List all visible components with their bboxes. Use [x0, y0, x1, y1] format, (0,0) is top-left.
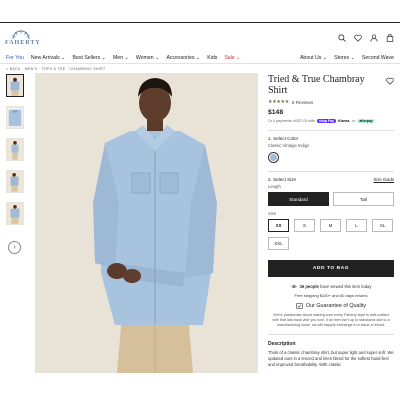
- nav-item[interactable]: New Arrivals ⌄: [31, 55, 66, 61]
- guarantee-title-row: Our Guarantee of Quality: [268, 303, 394, 309]
- description-heading: Description: [268, 341, 296, 347]
- thumbnail-image: [7, 75, 23, 96]
- quality-badge-icon: [296, 303, 303, 309]
- product-title: Tried & True Chambray Shirt: [268, 74, 365, 96]
- sun-logo-icon: [12, 30, 30, 39]
- shop-pay-badge[interactable]: shop Pay: [316, 119, 337, 123]
- installments-text: Or 4 payments of $37.00 with: [268, 119, 315, 123]
- nav-item[interactable]: Kids: [207, 55, 217, 61]
- guarantee-text: We're passionate about making sure every…: [272, 313, 390, 327]
- size-option[interactable]: M: [320, 219, 341, 232]
- size-option[interactable]: XL: [372, 219, 393, 232]
- size-header: 2. Select Size Size Guide: [268, 177, 394, 182]
- size-option[interactable]: S: [294, 219, 315, 232]
- thumbnail-image: [7, 171, 23, 192]
- size-guide-link[interactable]: Size Guide: [374, 177, 394, 182]
- color-swatch[interactable]: [268, 152, 279, 163]
- viewers-count: 36 people: [299, 284, 319, 289]
- nav-item[interactable]: For You: [6, 55, 24, 61]
- heart-icon[interactable]: [354, 34, 362, 42]
- installments-row: Or 4 payments of $37.00 with shop Pay Kl…: [268, 119, 394, 123]
- nav-left-group: For You New Arrivals ⌄ Best Sellers ⌄ Men ⌄…: [6, 55, 240, 61]
- wishlist-heart-icon[interactable]: [386, 77, 394, 85]
- color-section: 1. Select Color Classic Vintage Indigo: [268, 136, 394, 163]
- size-option[interactable]: XS: [268, 219, 289, 232]
- description-text: Think of a classic chambray shirt, but s…: [268, 350, 394, 367]
- afterpay-badge[interactable]: afterpay: [357, 119, 375, 123]
- rating-stars: ★★★★★: [268, 99, 289, 105]
- brand-name: FAHERTY: [5, 40, 41, 46]
- divider: [268, 334, 394, 335]
- length-options: Standard Tall: [268, 192, 394, 206]
- nav-item[interactable]: Sale ⌄: [224, 55, 240, 61]
- nav-item[interactable]: Second Wave: [362, 55, 394, 61]
- size-section: 2. Select Size Size Guide Length Standar…: [268, 177, 394, 250]
- thumbnail-4[interactable]: [6, 170, 24, 193]
- thumbnail-image: [7, 203, 23, 224]
- review-count[interactable]: 5 Reviews: [292, 100, 313, 105]
- thumbnail-2[interactable]: [6, 106, 24, 129]
- brand-logo[interactable]: FAHERTY: [5, 30, 40, 48]
- thumbnail-1[interactable]: [6, 74, 24, 97]
- length-option[interactable]: Standard: [268, 192, 329, 206]
- breadcrumb[interactable]: < BACK · MEN'S · TOPS & TEE · CHAMBRAY S…: [6, 67, 105, 71]
- color-label: 1. Select Color: [268, 136, 299, 141]
- rating-row[interactable]: ★★★★★ 5 Reviews: [268, 99, 394, 105]
- account-icon[interactable]: [370, 34, 378, 42]
- product-price: $148: [268, 109, 284, 116]
- divider: [268, 171, 394, 172]
- viewers-row: 36 people have viewed this item today: [268, 284, 394, 289]
- nav-item[interactable]: Women ⌄: [136, 55, 160, 61]
- model-photo: [35, 73, 258, 373]
- search-icon[interactable]: [338, 34, 346, 42]
- nav-item[interactable]: Men ⌄: [113, 55, 129, 61]
- eye-icon: [290, 285, 297, 288]
- thumbnail-image: [7, 139, 23, 160]
- size-option[interactable]: L: [346, 219, 367, 232]
- header-actions: [338, 34, 394, 42]
- nav-item[interactable]: Stores ⌄: [334, 55, 355, 61]
- size-label: 2. Select Size: [268, 177, 297, 182]
- bag-icon[interactable]: [386, 34, 394, 42]
- size-option[interactable]: XXL: [268, 237, 289, 250]
- size-options: XS S M L XL XXL: [268, 219, 394, 250]
- color-swatch-fill: [270, 154, 277, 161]
- nav-item[interactable]: Accessories ⌄: [166, 55, 200, 61]
- installments-or: or: [352, 119, 356, 123]
- top-border: [0, 22, 400, 23]
- shipping-note: Free shipping $100+ and 60 days returns: [294, 293, 368, 298]
- nav-divider: [0, 63, 400, 64]
- product-hero-image[interactable]: [35, 73, 258, 373]
- thumbnail-strip: [6, 74, 26, 234]
- viewers-text: have viewed this item today: [318, 284, 372, 289]
- nav-item[interactable]: Best Sellers ⌄: [73, 55, 106, 61]
- divider: [268, 130, 394, 131]
- size-heading: Size: [268, 211, 277, 216]
- nav-item[interactable]: About Us ⌄: [300, 55, 327, 61]
- length-label: Length: [268, 184, 281, 189]
- klarna-badge[interactable]: Klarna.: [338, 119, 350, 123]
- thumbnail-5[interactable]: [6, 202, 24, 225]
- product-panel: Tried & True Chambray Shirt ★★★★★ 5 Revi…: [268, 74, 394, 367]
- gallery-next-button[interactable]: ›: [8, 241, 21, 254]
- thumbnail-image: [7, 107, 23, 128]
- nav-right-group: About Us ⌄ Stores ⌄ Second Wave: [300, 55, 394, 61]
- guarantee-title: Our Guarantee of Quality: [305, 303, 367, 309]
- add-to-bag-button[interactable]: ADD TO BAG: [268, 260, 394, 277]
- length-option[interactable]: Tall: [333, 192, 394, 206]
- color-name: Classic Vintage Indigo: [268, 143, 310, 148]
- thumbnail-3[interactable]: [6, 138, 24, 161]
